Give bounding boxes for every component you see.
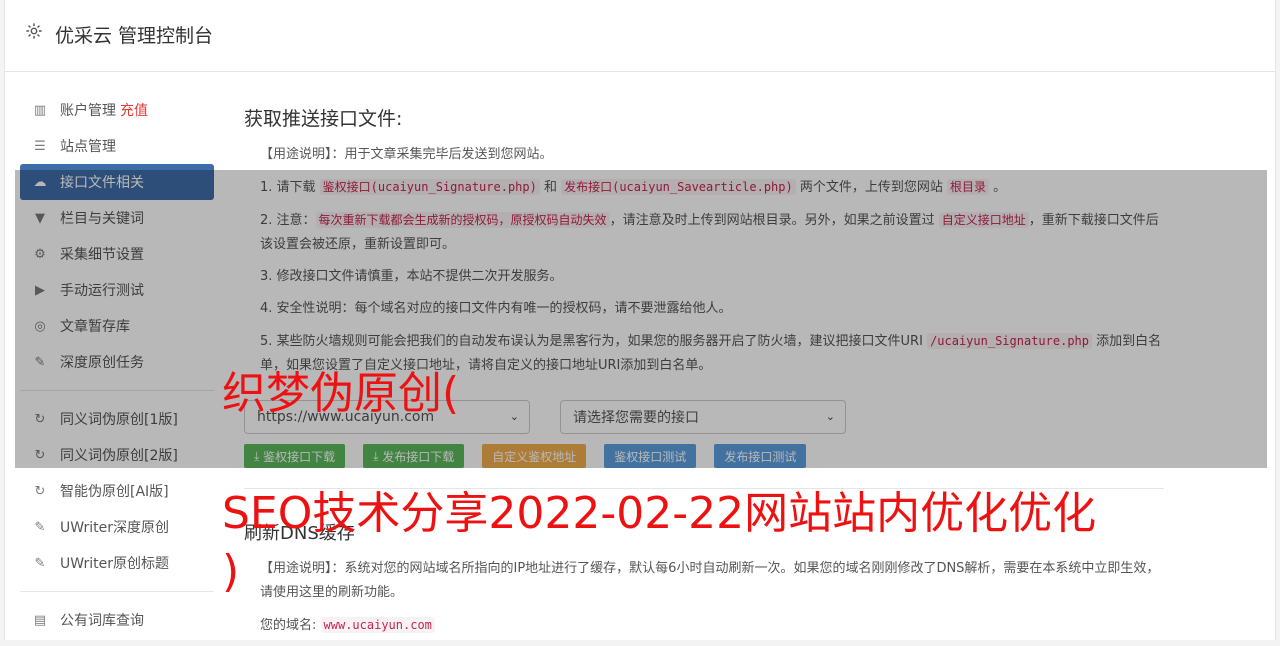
chevron-down-icon: ⌄: [825, 410, 835, 423]
code-custom-url: 自定义接口地址: [938, 212, 1029, 228]
sidebar-item-uwriter-deep[interactable]: ✎ UWriter深度原创: [20, 509, 214, 545]
edit-icon: ✎: [34, 519, 46, 535]
domain-row: 您的域名: www.ucaiyun.com: [260, 613, 1164, 638]
text: 1. 请下载: [260, 180, 320, 195]
download-publish-button[interactable]: ⤓ 发布接口下载: [363, 444, 465, 468]
domain-label: 您的域名:: [260, 618, 317, 633]
test-publish-button[interactable]: 发布接口测试: [714, 444, 807, 468]
text: 和: [539, 180, 562, 195]
chevron-down-icon: ⌄: [509, 410, 519, 423]
refresh-icon: ↻: [34, 411, 46, 427]
sidebar-item-label: UWriter深度原创: [60, 520, 169, 536]
section-title: 获取推送接口文件:: [244, 108, 403, 130]
sidebar: ▥ 账户管理 充值 ☰ 站点管理 ☁ 接口文件相关 ▼ 栏目与关键词 ⚙ 采集细…: [20, 92, 214, 638]
recharge-link[interactable]: 充值: [120, 100, 148, 120]
page-title: 优采云 管理控制台: [55, 25, 214, 47]
edit-icon: ✎: [34, 555, 46, 571]
code-uri: /ucaiyun_Signature.php: [927, 333, 1093, 349]
text: 两个文件，上传到您网站: [795, 180, 947, 195]
button-label: 鉴权接口测试: [614, 449, 687, 464]
code-root: 根目录: [947, 179, 990, 195]
sidebar-item-label: 站点管理: [60, 139, 116, 155]
sidebar-item-interface-files[interactable]: ☁ 接口文件相关: [20, 164, 214, 200]
filter-icon: ▼: [35, 210, 45, 226]
server-icon: ☰: [34, 138, 46, 154]
play-icon: ▶: [35, 282, 45, 298]
domain-value: www.ucaiyun.com: [320, 617, 435, 633]
sidebar-item-label: 手动运行测试: [60, 283, 144, 299]
sidebar-item-collect-settings[interactable]: ⚙ 采集细节设置: [20, 236, 214, 272]
sidebar-item-label: 同义词伪原创[1版]: [60, 412, 178, 428]
test-signature-button[interactable]: 鉴权接口测试: [604, 444, 697, 468]
download-icon: ⤓: [373, 448, 383, 463]
sidebar-item-sites[interactable]: ☰ 站点管理: [20, 128, 214, 164]
text: 2. 注意：: [260, 213, 316, 228]
sidebar-item-label: 同义词伪原创[2版]: [60, 448, 178, 464]
sidebar-item-public-lexicon[interactable]: ▤ 公有词库查询: [20, 602, 214, 638]
sidebar-item-article-store[interactable]: ◎ 文章暂存库: [20, 308, 214, 344]
download-icon: ⤓: [254, 448, 264, 463]
sidebar-item-label: UWriter原创标题: [60, 556, 169, 572]
api-select-value: 请选择您需要的接口: [573, 410, 699, 426]
code-warning: 每次重新下载都会生成新的授权码，原授权码自动失效: [315, 212, 610, 228]
watermark-line-1: 织梦伪原创(: [222, 368, 460, 419]
sidebar-item-account[interactable]: ▥ 账户管理 充值: [20, 92, 214, 128]
sidebar-item-synonym-v1[interactable]: ↻ 同义词伪原创[1版]: [20, 401, 214, 437]
text: 。: [989, 180, 1007, 195]
sidebar-item-uwriter-title[interactable]: ✎ UWriter原创标题: [20, 545, 214, 581]
sidebar-item-label: 公有词库查询: [60, 613, 144, 629]
database-icon: ◎: [34, 318, 46, 334]
edit-icon: ✎: [34, 354, 46, 370]
sidebar-divider: [20, 390, 214, 391]
sidebar-item-label: 智能伪原创[AI版]: [60, 484, 169, 500]
header: 优采云 管理控制台: [5, 0, 1275, 72]
book-icon: ▤: [33, 612, 47, 628]
sidebar-item-columns-keywords[interactable]: ▼ 栏目与关键词: [20, 200, 214, 236]
code-signature: 鉴权接口(ucaiyun_Signature.php): [319, 179, 540, 195]
sidebar-item-label: 采集细节设置: [60, 247, 144, 263]
cloud-upload-icon: ☁: [33, 174, 47, 190]
sidebar-item-label: 账户管理: [60, 103, 116, 119]
sidebar-item-label: 接口文件相关: [60, 175, 144, 191]
sidebar-item-ai-rewrite[interactable]: ↻ 智能伪原创[AI版]: [20, 473, 214, 509]
download-signature-button[interactable]: ⤓ 鉴权接口下载: [244, 444, 346, 468]
button-label: 自定义鉴权地址: [492, 449, 577, 464]
sidebar-item-label: 深度原创任务: [60, 355, 144, 371]
sidebar-item-label: 文章暂存库: [60, 319, 130, 335]
code-savearticle: 发布接口(ucaiyun_Savearticle.php): [561, 179, 796, 195]
watermark-line-2: SEO技术分享2022-02-22网站站内优化优化: [222, 488, 1097, 539]
refresh-icon: ↻: [34, 447, 46, 463]
button-label: 发布接口下载: [382, 449, 455, 464]
sidebar-item-deep-original[interactable]: ✎ 深度原创任务: [20, 344, 214, 380]
text: 5. 某些防火墙规则可能会把我们的自动发布误认为是黑客行为，如果您的服务器开启了…: [260, 334, 928, 349]
gears-icon: ⚙: [34, 246, 46, 262]
gear-icon: [26, 23, 42, 39]
sidebar-item-label: 栏目与关键词: [60, 211, 144, 227]
custom-auth-url-button[interactable]: 自定义鉴权地址: [482, 444, 587, 468]
instruction-3: 3. 修改接口文件请慎重，本站不提供二次开发服务。: [260, 269, 563, 284]
refresh-icon: ↻: [34, 483, 46, 499]
sidebar-item-manual-run[interactable]: ▶ 手动运行测试: [20, 272, 214, 308]
sidebar-item-synonym-v2[interactable]: ↻ 同义词伪原创[2版]: [20, 437, 214, 473]
instruction-1: 1. 请下载 鉴权接口(ucaiyun_Signature.php) 和 发布接…: [260, 175, 1164, 200]
button-label: 鉴权接口下载: [263, 449, 336, 464]
instruction-4: 4. 安全性说明：每个域名对应的接口文件内有唯一的授权码，请不要泄露给他人。: [260, 301, 732, 316]
api-select[interactable]: 请选择您需要的接口 ⌄: [560, 400, 846, 434]
dns-usage-text: 【用途说明】：系统对您的网站域名所指向的IP地址进行了缓存，默认每6小时自动刷新…: [260, 561, 1160, 600]
bar-chart-icon: ▥: [33, 102, 47, 118]
sidebar-divider: [20, 591, 214, 592]
button-label: 发布接口测试: [724, 449, 797, 464]
watermark-line-3: ): [222, 546, 240, 597]
text: ，请注意及时上传到网站根目录。另外，如果之前设置过: [609, 213, 939, 228]
usage-text: 【用途说明】：用于文章采集完毕后发送到您网站。: [260, 147, 553, 162]
button-row: ⤓ 鉴权接口下载 ⤓ 发布接口下载 自定义鉴权地址 鉴权接口测试 发布接口测试: [244, 444, 1164, 468]
instruction-2: 2. 注意： 每次重新下载都会生成新的授权码，原授权码自动失效 ，请注意及时上传到网…: [260, 208, 1164, 257]
